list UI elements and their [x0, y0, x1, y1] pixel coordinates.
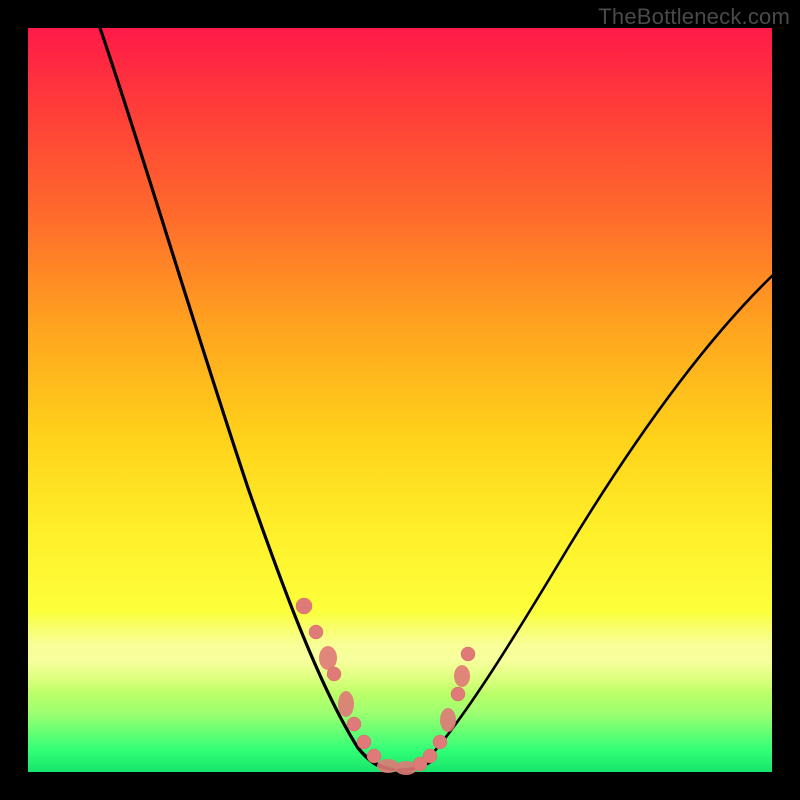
watermark-label: TheBottleneck.com [598, 4, 790, 30]
curve-left-arm [100, 28, 388, 768]
plot-area [28, 28, 772, 772]
highlight-dots [296, 598, 475, 775]
bottleneck-curve [28, 28, 772, 772]
curve-right-arm [423, 276, 772, 764]
outer-frame: TheBottleneck.com [0, 0, 800, 800]
